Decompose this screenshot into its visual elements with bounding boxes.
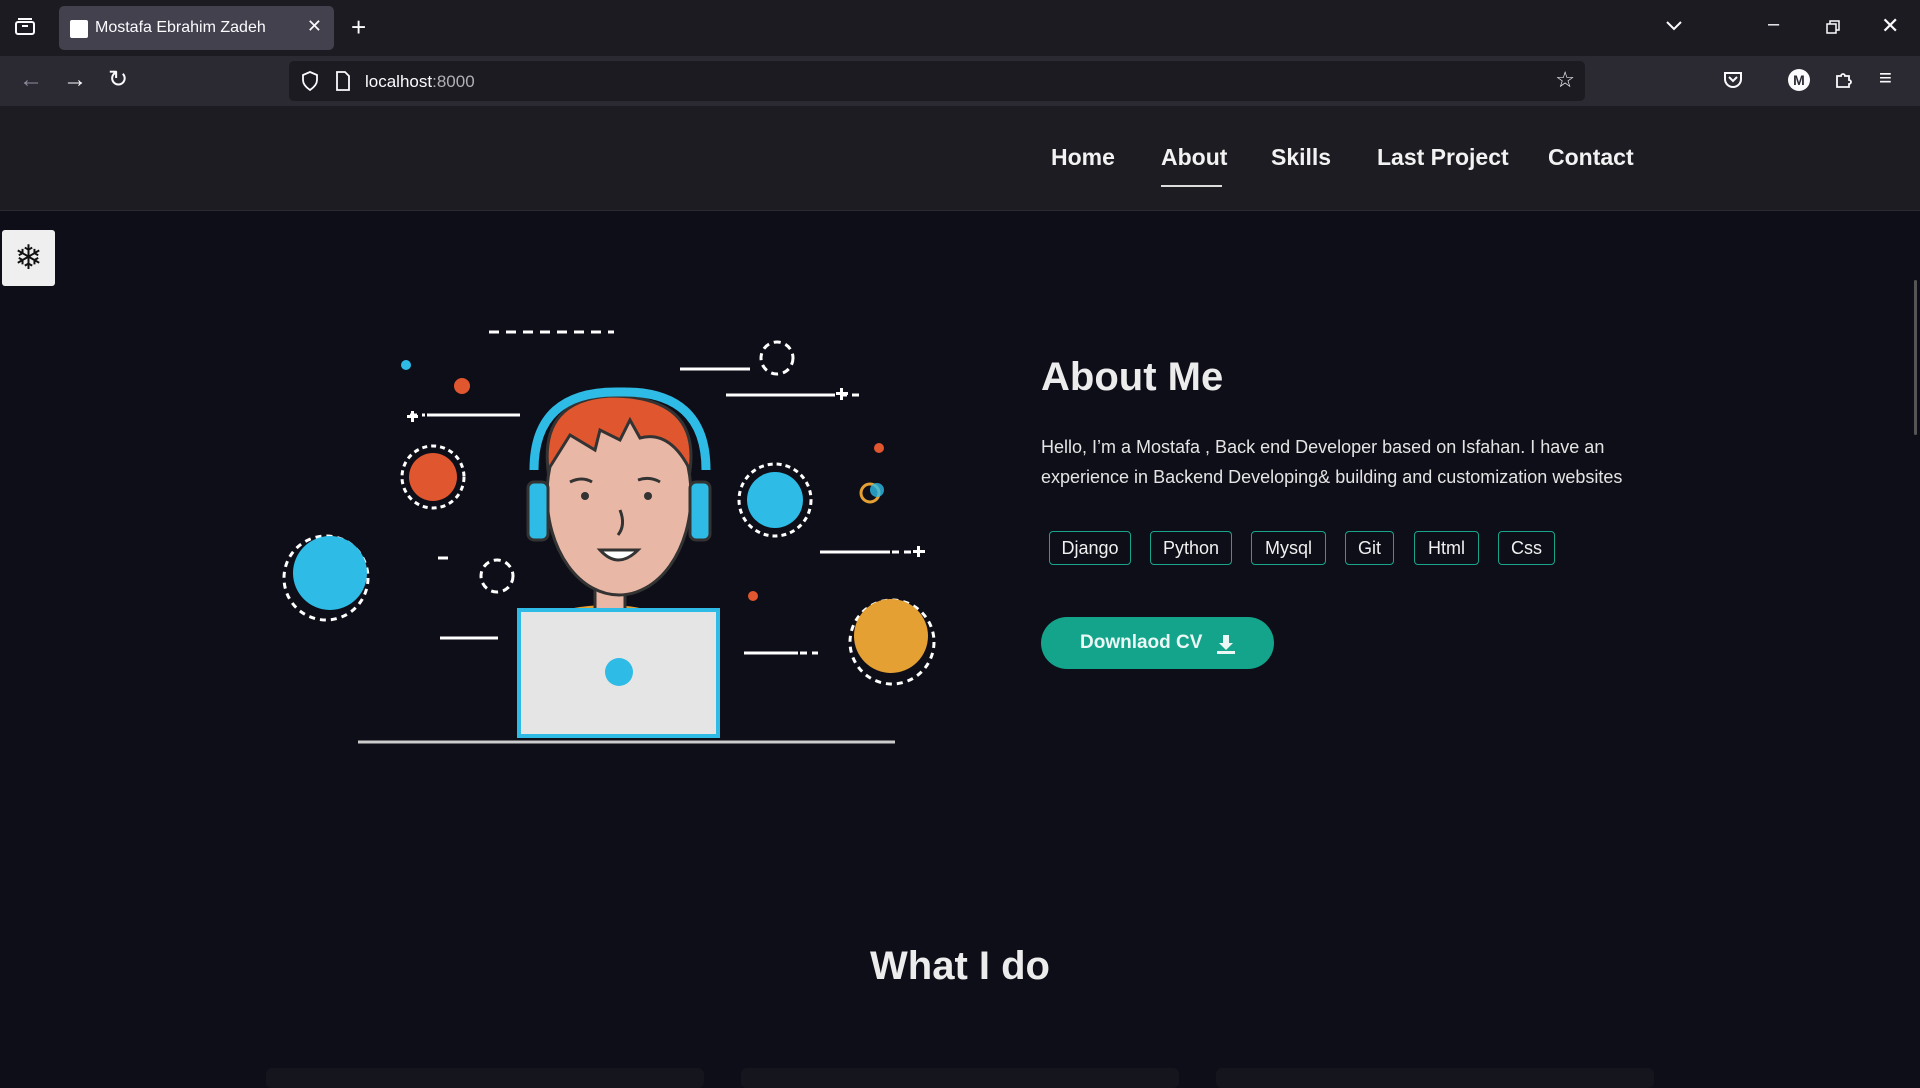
browser-tab[interactable]: Mostafa Ebrahim Zadeh ✕ [59, 6, 334, 50]
download-cv-label: Downlaod CV [1080, 632, 1203, 653]
plus-icon[interactable]: + [351, 14, 366, 40]
url-bar[interactable]: localhost:8000 ☆ [289, 61, 1585, 101]
skill-tag-django: Django [1049, 531, 1131, 565]
forward-icon[interactable]: → [63, 68, 87, 92]
star-icon[interactable]: ☆ [1555, 69, 1575, 91]
page-scrollbar[interactable] [1914, 280, 1917, 435]
service-card [266, 1068, 704, 1088]
tab-title: Mostafa Ebrahim Zadeh [95, 19, 266, 36]
shield-icon[interactable] [301, 71, 319, 96]
about-title: About Me [1041, 355, 1224, 399]
reload-icon[interactable]: ↻ [108, 68, 128, 92]
skill-tag-mysql: Mysql [1251, 531, 1326, 565]
service-card [1216, 1068, 1654, 1088]
nav-skills[interactable]: Skills [1271, 144, 1331, 171]
nav-last-project[interactable]: Last Project [1377, 144, 1509, 171]
menu-icon[interactable]: ≡ [1879, 67, 1892, 89]
favicon-icon [70, 20, 88, 38]
close-icon[interactable]: ✕ [307, 16, 322, 37]
theme-toggle-button[interactable]: ❄ [2, 230, 55, 286]
restore-icon[interactable] [1826, 20, 1840, 39]
window-close-icon[interactable]: ✕ [1881, 15, 1899, 37]
extensions-icon[interactable] [1834, 69, 1854, 93]
account-icon[interactable]: M [1788, 69, 1810, 91]
download-icon [1216, 617, 1236, 689]
nav-about[interactable]: About [1161, 144, 1227, 171]
skill-tag-git: Git [1345, 531, 1394, 565]
service-card [741, 1068, 1179, 1088]
snowflake-icon: ❄ [14, 239, 43, 277]
nav-home[interactable]: Home [1051, 144, 1115, 171]
about-description: Hello, I’m a Mostafa , Back end Develope… [1041, 437, 1623, 487]
tab-list-icon[interactable] [14, 17, 36, 41]
nav-contact[interactable]: Contact [1548, 144, 1634, 171]
services-title: What I do [870, 944, 1050, 988]
back-icon[interactable]: ← [19, 68, 43, 92]
pocket-icon[interactable] [1723, 69, 1743, 93]
nav-active-indicator [1161, 185, 1222, 187]
download-cv-button[interactable]: Downlaod CV [1041, 617, 1274, 669]
developer-illustration [282, 330, 936, 744]
minimize-icon[interactable]: – [1768, 14, 1779, 34]
url-text[interactable]: localhost:8000 [365, 72, 475, 92]
browser-tab-bar: Mostafa Ebrahim Zadeh ✕ + – ✕ [0, 0, 1920, 56]
skill-tag-html: Html [1414, 531, 1479, 565]
page-icon[interactable] [335, 71, 351, 96]
skill-tag-css: Css [1498, 531, 1555, 565]
chevron-down-icon[interactable] [1665, 16, 1683, 36]
site-header: Home About Skills Last Project Contact [0, 106, 1920, 211]
skill-tag-python: Python [1150, 531, 1232, 565]
